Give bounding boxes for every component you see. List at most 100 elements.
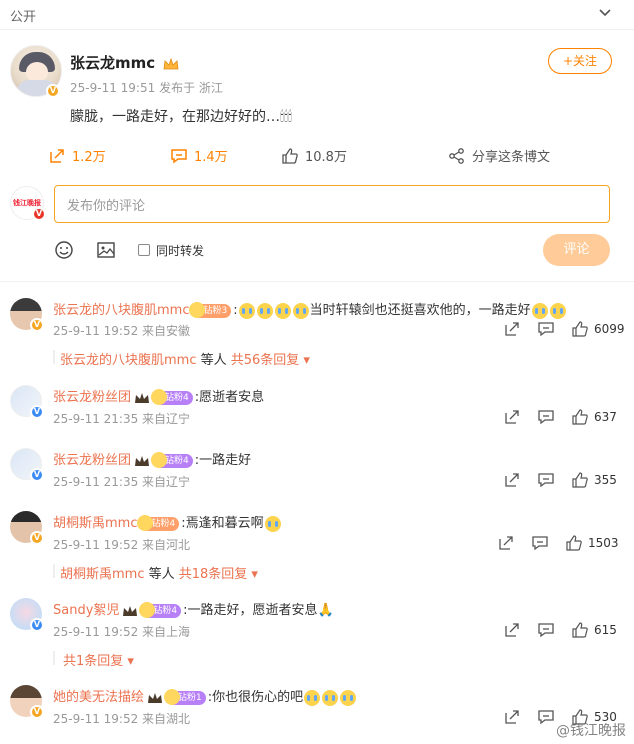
reply-user[interactable]: 胡桐斯禹mmc	[60, 567, 144, 582]
fan-badge-icon	[151, 451, 168, 468]
repost-icon[interactable]	[504, 409, 520, 425]
expand-replies-icon[interactable]: ▾	[247, 567, 258, 582]
commenter-name[interactable]: Sandy絮児	[53, 603, 119, 618]
comment-like-button[interactable]: 615	[572, 622, 617, 638]
comment-icon[interactable]	[538, 409, 554, 425]
crying-emoji-icon	[238, 302, 255, 319]
fan-badge: 钻粉4	[151, 451, 193, 468]
reply-summary[interactable]: 共1条回复 ▾	[63, 650, 134, 669]
comment-time: 25-9-11 21:35 来自辽宁	[53, 475, 191, 489]
comment-text: :你也很伤心的吧	[207, 690, 304, 705]
comment-line: Sandy絮児 钻粉4:一路走好，愿逝者安息🙏	[53, 599, 334, 618]
commenter-name[interactable]: 她的美无法描绘	[53, 690, 144, 705]
fan-badge-icon	[164, 688, 181, 705]
comment-line: 她的美无法描绘 钻粉1 :你也很伤心的吧	[53, 686, 357, 706]
fan-badge-label: 钻粉4	[165, 455, 189, 466]
crying-emoji-icon	[274, 302, 291, 319]
repost-icon[interactable]	[504, 321, 520, 337]
comment-time: 25-9-11 19:52 来自安徽	[53, 324, 191, 338]
verified-badge-icon: V	[30, 405, 44, 419]
comment-actions: 637	[504, 409, 617, 425]
watermark: @钱江晚报	[556, 723, 626, 739]
fan-badge: 钻粉1	[164, 688, 206, 705]
expand-replies-icon[interactable]: ▾	[123, 654, 134, 669]
repost-count: 1.2万	[72, 150, 106, 165]
repost-button[interactable]: 1.2万	[48, 146, 106, 165]
comment-line: 张云龙粉丝团 钻粉4:一路走好	[53, 449, 251, 468]
reply-summary[interactable]: 胡桐斯禹mmc 等人 共18条回复 ▾	[60, 563, 258, 582]
comment-like-count: 637	[594, 410, 617, 424]
crown-icon	[135, 455, 150, 466]
like-count: 10.8万	[305, 150, 347, 165]
reply-user[interactable]: 张云龙的八块腹肌mmc	[60, 353, 196, 368]
chevron-down-icon[interactable]	[598, 6, 612, 20]
fan-badge-label: 钻粉1	[178, 692, 202, 703]
verified-badge-icon: V	[30, 705, 44, 719]
verified-badge-icon: V	[30, 618, 44, 632]
fan-badge-icon	[137, 514, 154, 531]
thumbs-up-icon	[572, 472, 588, 488]
fan-badge-icon	[189, 301, 206, 318]
comment-icon	[171, 148, 187, 163]
reply-divider	[53, 651, 55, 665]
comment-like-button[interactable]: 6099	[572, 321, 625, 337]
like-button[interactable]: 10.8万	[281, 146, 347, 165]
repost-icon[interactable]	[504, 709, 520, 725]
self-avatar-text: 钱江晚报	[13, 199, 41, 207]
repost-icon[interactable]	[504, 472, 520, 488]
repost-icon[interactable]	[504, 622, 520, 638]
submit-comment-button[interactable]: 评论	[543, 234, 610, 266]
comment-input[interactable]: 发布你的评论	[54, 185, 610, 223]
comment-actions: 615	[504, 622, 617, 638]
crying-emoji-icon	[531, 302, 548, 319]
comment-icon[interactable]	[538, 321, 554, 337]
comment-time: 25-9-11 21:35 来自辽宁	[53, 412, 191, 426]
comment-button[interactable]: 1.4万	[170, 146, 228, 165]
image-icon[interactable]	[96, 240, 116, 260]
comment-like-count: 1503	[588, 536, 619, 550]
visibility-bar: 公开	[0, 0, 634, 30]
share-label: 分享这条博文	[472, 150, 551, 165]
author-name[interactable]: 张云龙mmc	[70, 54, 155, 72]
post-actions: 1.2万 1.4万 10.8万 分享这条博文	[0, 140, 634, 170]
comment-icon[interactable]	[538, 622, 554, 638]
share-icon	[449, 147, 464, 164]
comment-icon[interactable]	[538, 709, 554, 725]
comment-text: :愿逝者安息	[194, 390, 265, 405]
checkbox-box[interactable]	[138, 244, 150, 256]
commenter-name[interactable]: 胡桐斯禹mmc	[53, 516, 137, 531]
post-location: 发布于 浙江	[159, 81, 223, 95]
commenter-name[interactable]: 张云龙粉丝团	[53, 453, 131, 468]
post-time[interactable]: 25-9-11 19:51	[70, 81, 155, 95]
author-line: 张云龙mmc	[70, 52, 180, 73]
reply-mid: 等人	[144, 567, 179, 582]
commenter-name[interactable]: 张云龙粉丝团	[53, 390, 131, 405]
fan-badge-icon	[139, 601, 156, 618]
visibility-label: 公开	[10, 10, 37, 25]
comment-like-count: 355	[594, 473, 617, 487]
comment-like-button[interactable]: 637	[572, 409, 617, 425]
fan-badge: 钻粉3	[189, 301, 232, 318]
repost-checkbox[interactable]: 同时转发	[138, 242, 204, 259]
repost-icon[interactable]	[498, 535, 514, 551]
commenter-name[interactable]: 张云龙的八块腹肌mmc	[53, 303, 189, 318]
reply-count[interactable]: 共56条回复	[231, 353, 300, 368]
reply-summary[interactable]: 张云龙的八块腹肌mmc 等人 共56条回复 ▾	[60, 349, 310, 368]
follow-button[interactable]: +关注	[548, 48, 612, 74]
expand-replies-icon[interactable]: ▾	[299, 353, 310, 368]
share-button[interactable]: 分享这条博文	[448, 146, 550, 165]
comment-icon[interactable]	[538, 472, 554, 488]
reply-count[interactable]: 共1条回复	[63, 654, 123, 669]
comment-like-button[interactable]: 1503	[566, 535, 619, 551]
comment-line: 胡桐斯禹mmc 钻粉4:焉逢和暮云啊	[53, 512, 282, 532]
comment-icon[interactable]	[532, 535, 548, 551]
comment-like-button[interactable]: 355	[572, 472, 617, 488]
composer-tools: 同时转发	[54, 240, 204, 260]
reply-count[interactable]: 共18条回复	[179, 567, 248, 582]
comment-text: :一路走好，愿逝者安息🙏	[183, 603, 334, 618]
fan-badge-icon	[151, 388, 168, 405]
comment-actions: 355	[504, 472, 617, 488]
emoji-icon[interactable]	[54, 240, 74, 260]
crown-icon	[123, 605, 138, 616]
thumbs-up-icon	[282, 147, 298, 164]
